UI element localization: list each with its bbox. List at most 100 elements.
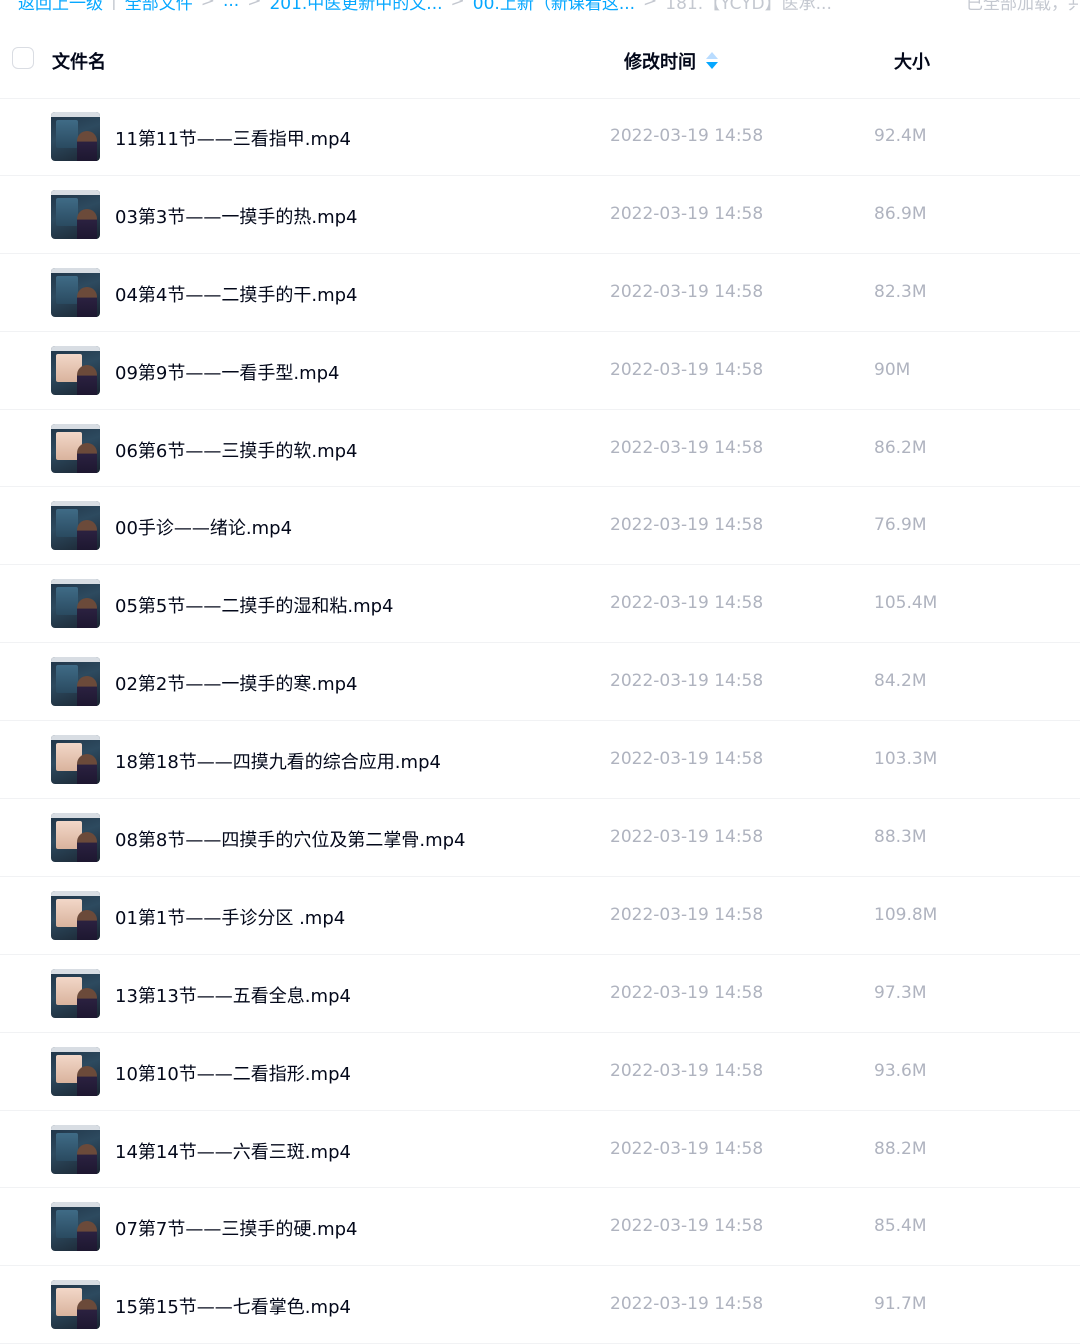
file-name[interactable]: 01第1节——手诊分区 .mp4 bbox=[115, 904, 345, 930]
back-link[interactable]: 返回上一级 bbox=[18, 0, 103, 14]
video-thumbnail-icon bbox=[51, 735, 100, 785]
file-name[interactable]: 11第11节——三看指甲.mp4 bbox=[115, 125, 351, 151]
file-row[interactable]: 14第14节——六看三斑.mp4 2022-03-19 14:58 88.2M bbox=[0, 1111, 1080, 1189]
file-modified-time: 2022-03-19 14:58 bbox=[610, 593, 764, 614]
file-row[interactable]: 02第2节——一摸手的寒.mp4 2022-03-19 14:58 84.2M bbox=[0, 643, 1080, 722]
file-modified-time: 2022-03-19 14:58 bbox=[610, 281, 764, 302]
file-size: 92.4M bbox=[874, 126, 927, 146]
file-modified-time: 2022-03-19 14:58 bbox=[610, 126, 764, 146]
breadcrumb-chevron-icon: > bbox=[247, 0, 262, 11]
select-all-checkbox[interactable] bbox=[12, 47, 34, 69]
file-size: 97.3M bbox=[874, 982, 927, 1003]
file-name[interactable]: 13第13节——五看全息.mp4 bbox=[115, 982, 351, 1008]
video-thumbnail-icon bbox=[51, 189, 100, 239]
file-modified-time: 2022-03-19 14:58 bbox=[610, 1060, 764, 1081]
file-list-header: 文件名 修改时间 大小 bbox=[0, 24, 1080, 99]
file-size: 93.6M bbox=[874, 1060, 927, 1081]
file-size: 85.4M bbox=[874, 1216, 927, 1237]
file-modified-time: 2022-03-19 14:58 bbox=[610, 437, 764, 458]
column-header-time-label: 修改时间 bbox=[624, 52, 696, 73]
file-row[interactable]: 04第4节——二摸手的干.mp4 2022-03-19 14:58 82.3M bbox=[0, 254, 1080, 332]
file-row[interactable]: 07第7节——三摸手的硬.mp4 2022-03-19 14:58 85.4M bbox=[0, 1188, 1080, 1267]
file-row[interactable]: 15第15节——七看掌色.mp4 2022-03-19 14:58 91.7M bbox=[0, 1266, 1080, 1344]
file-row[interactable]: 03第3节——一摸手的热.mp4 2022-03-19 14:58 86.9M bbox=[0, 176, 1080, 254]
file-modified-time: 2022-03-19 14:58 bbox=[610, 749, 764, 770]
file-name[interactable]: 05第5节——二摸手的湿和粘.mp4 bbox=[115, 592, 394, 618]
file-row[interactable]: 09第9节——一看手型.mp4 2022-03-19 14:58 90M bbox=[0, 332, 1080, 410]
file-modified-time: 2022-03-19 14:58 bbox=[610, 515, 764, 536]
file-name[interactable]: 08第8节——四摸手的穴位及第二掌骨.mp4 bbox=[115, 826, 466, 852]
breadcrumb-chevron-icon: > bbox=[643, 0, 658, 11]
video-thumbnail-icon bbox=[51, 579, 100, 629]
file-modified-time: 2022-03-19 14:58 bbox=[610, 904, 764, 925]
video-thumbnail-icon bbox=[51, 345, 100, 395]
file-name[interactable]: 15第15节——七看掌色.mp4 bbox=[115, 1293, 351, 1319]
column-header-name[interactable]: 文件名 bbox=[52, 48, 106, 74]
file-row[interactable]: 13第13节——五看全息.mp4 2022-03-19 14:58 97.3M bbox=[0, 955, 1080, 1033]
file-name[interactable]: 14第14节——六看三斑.mp4 bbox=[115, 1138, 351, 1164]
breadcrumb-ellipsis[interactable]: ... bbox=[223, 0, 239, 11]
video-thumbnail-icon bbox=[51, 1202, 100, 1252]
file-name[interactable]: 00手诊——绪论.mp4 bbox=[115, 514, 292, 540]
file-modified-time: 2022-03-19 14:58 bbox=[610, 1294, 764, 1315]
video-thumbnail-icon bbox=[51, 1046, 100, 1096]
file-modified-time: 2022-03-19 14:58 bbox=[610, 1138, 764, 1159]
file-list: 11第11节——三看指甲.mp4 2022-03-19 14:58 92.4M … bbox=[0, 98, 1080, 1344]
sort-icon[interactable] bbox=[706, 51, 718, 71]
breadcrumb-root[interactable]: 全部文件 bbox=[125, 0, 193, 14]
file-name[interactable]: 07第7节——三摸手的硬.mp4 bbox=[115, 1215, 358, 1241]
file-size: 88.2M bbox=[874, 1138, 927, 1159]
file-size: 90M bbox=[874, 359, 911, 380]
file-modified-time: 2022-03-19 14:58 bbox=[610, 203, 764, 224]
file-row[interactable]: 18第18节——四摸九看的综合应用.mp4 2022-03-19 14:58 1… bbox=[0, 721, 1080, 800]
breadcrumb-current: 181.【YCYD】医承... bbox=[665, 0, 832, 14]
file-name[interactable]: 18第18节——四摸九看的综合应用.mp4 bbox=[115, 748, 441, 774]
file-size: 109.8M bbox=[874, 904, 938, 925]
file-modified-time: 2022-03-19 14:58 bbox=[610, 982, 764, 1003]
file-modified-time: 2022-03-19 14:58 bbox=[610, 827, 764, 848]
file-row[interactable]: 00手诊——绪论.mp4 2022-03-19 14:58 76.9M bbox=[0, 487, 1080, 566]
video-thumbnail-icon bbox=[51, 267, 100, 317]
video-thumbnail-icon bbox=[51, 813, 100, 863]
file-name[interactable]: 03第3节——一摸手的热.mp4 bbox=[115, 203, 358, 229]
file-row[interactable]: 10第10节——二看指形.mp4 2022-03-19 14:58 93.6M bbox=[0, 1033, 1080, 1111]
video-thumbnail-icon bbox=[51, 423, 100, 473]
video-thumbnail-icon bbox=[51, 1124, 100, 1174]
file-modified-time: 2022-03-19 14:58 bbox=[610, 359, 764, 380]
file-modified-time: 2022-03-19 14:58 bbox=[610, 671, 764, 692]
file-size: 105.4M bbox=[874, 593, 938, 614]
breadcrumb: 返回上一级 | 全部文件 > ... > 201.中医更新中的文... > 00… bbox=[18, 0, 1078, 14]
file-size: 88.3M bbox=[874, 827, 927, 848]
breadcrumb-folder-1[interactable]: 201.中医更新中的文... bbox=[269, 0, 442, 14]
video-thumbnail-icon bbox=[51, 1280, 100, 1330]
file-size: 91.7M bbox=[874, 1294, 927, 1315]
breadcrumb-chevron-icon: > bbox=[450, 0, 465, 11]
column-header-time[interactable]: 修改时间 bbox=[624, 48, 718, 74]
column-header-size[interactable]: 大小 bbox=[894, 48, 930, 74]
file-name[interactable]: 04第4节——二摸手的干.mp4 bbox=[115, 281, 358, 307]
file-size: 84.2M bbox=[874, 671, 927, 692]
breadcrumb-separator: | bbox=[111, 0, 117, 11]
file-row[interactable]: 06第6节——三摸手的软.mp4 2022-03-19 14:58 86.2M bbox=[0, 410, 1080, 488]
breadcrumb-chevron-icon: > bbox=[200, 0, 215, 11]
file-row[interactable]: 05第5节——二摸手的湿和粘.mp4 2022-03-19 14:58 105.… bbox=[0, 565, 1080, 644]
file-size: 86.9M bbox=[874, 203, 927, 224]
file-name[interactable]: 09第9节——一看手型.mp4 bbox=[115, 359, 340, 385]
file-row[interactable]: 11第11节——三看指甲.mp4 2022-03-19 14:58 92.4M bbox=[0, 98, 1080, 176]
video-thumbnail-icon bbox=[51, 112, 100, 161]
file-size: 76.9M bbox=[874, 515, 927, 536]
breadcrumb-folder-2[interactable]: 00.上新（新课看这... bbox=[473, 0, 635, 14]
file-name[interactable]: 06第6节——三摸手的软.mp4 bbox=[115, 437, 358, 463]
video-thumbnail-icon bbox=[51, 657, 100, 707]
load-status: 已全部加载，共 bbox=[966, 0, 1078, 14]
file-name[interactable]: 02第2节——一摸手的寒.mp4 bbox=[115, 670, 358, 696]
video-thumbnail-icon bbox=[51, 501, 100, 551]
file-row[interactable]: 01第1节——手诊分区 .mp4 2022-03-19 14:58 109.8M bbox=[0, 877, 1080, 955]
file-size: 86.2M bbox=[874, 437, 927, 458]
file-name[interactable]: 10第10节——二看指形.mp4 bbox=[115, 1060, 351, 1086]
file-size: 82.3M bbox=[874, 281, 927, 302]
video-thumbnail-icon bbox=[51, 968, 100, 1018]
video-thumbnail-icon bbox=[51, 890, 100, 940]
file-modified-time: 2022-03-19 14:58 bbox=[610, 1216, 764, 1237]
file-row[interactable]: 08第8节——四摸手的穴位及第二掌骨.mp4 2022-03-19 14:58 … bbox=[0, 799, 1080, 877]
